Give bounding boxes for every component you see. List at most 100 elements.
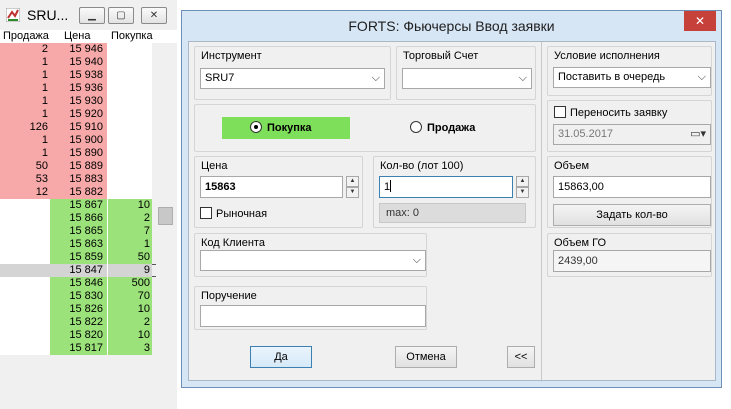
ask-row[interactable]: 53 15 883 bbox=[0, 173, 156, 186]
instruction-input[interactable] bbox=[200, 305, 426, 327]
buy-volume bbox=[107, 121, 152, 134]
price-level: 15 900 bbox=[50, 134, 107, 147]
ask-row[interactable]: 1 15 938 bbox=[0, 69, 156, 82]
close-icon[interactable]: ✕ bbox=[684, 11, 716, 31]
dialog-title: FORTS: Фьючерсы Ввод заявки bbox=[348, 18, 555, 34]
buy-volume: 7 bbox=[107, 225, 152, 238]
bid-row[interactable]: 15 865 7 bbox=[0, 225, 156, 238]
ask-row[interactable]: 1 15 940 bbox=[0, 56, 156, 69]
spin-down-icon[interactable]: ▼ bbox=[346, 187, 359, 198]
price-label: Цена bbox=[201, 160, 228, 172]
buy-volume bbox=[107, 160, 152, 173]
radio-selected-icon bbox=[250, 121, 262, 133]
orderbook-header: Продажа Цена Покупка bbox=[0, 30, 177, 43]
buy-volume bbox=[107, 147, 152, 160]
client-select[interactable]: ⌵ bbox=[200, 250, 426, 271]
transfer-group: Переносить заявку 31.05.2017 ▭▾ bbox=[547, 100, 712, 152]
price-input[interactable]: 15863 bbox=[200, 176, 343, 198]
cancel-button[interactable]: Отмена bbox=[395, 346, 457, 368]
sell-volume bbox=[0, 290, 50, 303]
price-level: 15 830 bbox=[50, 290, 107, 303]
bid-row[interactable]: 15 846 500 bbox=[0, 277, 156, 290]
bid-row[interactable]: 15 863 1 bbox=[0, 238, 156, 251]
buy-volume: 10 bbox=[107, 329, 152, 342]
account-select[interactable]: ⌵ bbox=[402, 68, 532, 89]
transfer-date-picker[interactable]: 31.05.2017 ▭▾ bbox=[553, 124, 711, 145]
client-label: Код Клиента bbox=[201, 237, 265, 249]
buy-radio[interactable]: Покупка bbox=[222, 117, 350, 139]
ask-row[interactable]: 126 15 910 bbox=[0, 121, 156, 134]
volume-input[interactable]: 15863,00 bbox=[553, 176, 711, 198]
chevron-down-icon: ⌵ bbox=[518, 72, 527, 84]
price-level: 15 866 bbox=[50, 212, 107, 225]
bid-row[interactable]: 15 830 70 bbox=[0, 290, 156, 303]
price-level: 15 826 bbox=[50, 303, 107, 316]
bid-row[interactable]: 15 822 2 bbox=[0, 316, 156, 329]
market-checkbox[interactable]: Рыночная bbox=[200, 207, 267, 220]
spin-up-icon[interactable]: ▲ bbox=[516, 176, 529, 187]
ask-row[interactable]: 1 15 900 bbox=[0, 134, 156, 147]
bid-row[interactable]: 15 820 10 bbox=[0, 329, 156, 342]
instrument-select[interactable]: SRU7 ⌵ bbox=[200, 68, 385, 89]
orderbook-title: SRU... bbox=[27, 7, 69, 23]
buy-volume bbox=[107, 95, 152, 108]
buy-volume bbox=[107, 134, 152, 147]
bid-row[interactable]: 15 867 10 bbox=[0, 199, 156, 212]
sell-volume: 1 bbox=[0, 134, 50, 147]
orderbook-rows: 2 15 946 1 15 940 1 15 938 1 15 936 1 15 930 1 15 9… bbox=[0, 43, 156, 355]
ask-row[interactable]: 1 15 920 bbox=[0, 108, 156, 121]
sell-volume bbox=[0, 225, 50, 238]
quantity-stepper[interactable]: ▲ ▼ bbox=[516, 176, 529, 198]
bid-row[interactable]: 15 817 3 bbox=[0, 342, 156, 355]
radio-unselected-icon bbox=[410, 121, 422, 133]
price-level: 15 930 bbox=[50, 95, 107, 108]
spin-up-icon[interactable]: ▲ bbox=[346, 176, 359, 187]
buy-volume: 10 bbox=[107, 199, 152, 212]
maximize-button[interactable]: ▢ bbox=[108, 7, 134, 24]
sell-volume: 1 bbox=[0, 147, 50, 160]
sell-volume bbox=[0, 316, 50, 329]
checkbox-icon bbox=[554, 106, 566, 118]
bid-row[interactable]: 15 859 50 bbox=[0, 251, 156, 264]
sell-volume: 53 bbox=[0, 173, 50, 186]
bid-row[interactable]: 15 866 2 bbox=[0, 212, 156, 225]
orderbook-titlebar[interactable]: SRU... ▁ ▢ ✕ bbox=[0, 0, 177, 30]
ask-row[interactable]: 12 15 882 bbox=[0, 186, 156, 199]
minimize-button[interactable]: ▁ bbox=[79, 7, 105, 24]
ask-row[interactable]: 1 15 936 bbox=[0, 82, 156, 95]
current-price-row[interactable]: 15 847 9 bbox=[0, 264, 156, 277]
bid-row[interactable]: 15 826 10 bbox=[0, 303, 156, 316]
sell-volume bbox=[0, 251, 50, 264]
price-level: 15 946 bbox=[50, 43, 107, 56]
set-quantity-button[interactable]: Задать кол-во bbox=[553, 204, 711, 226]
ask-row[interactable]: 1 15 890 bbox=[0, 147, 156, 160]
client-group: Код Клиента ⌵ bbox=[194, 233, 427, 277]
price-group: Цена 15863 ▲ ▼ Рыночная bbox=[194, 156, 363, 228]
ask-row[interactable]: 50 15 889 bbox=[0, 160, 156, 173]
sell-radio[interactable]: Продажа bbox=[410, 117, 510, 139]
sell-column-header: Продажа bbox=[3, 30, 49, 42]
buy-volume bbox=[107, 186, 152, 199]
condition-group: Условие исполнения Поставить в очередь ⌵ bbox=[547, 46, 712, 96]
price-stepper[interactable]: ▲ ▼ bbox=[346, 176, 359, 198]
price-level: 15 822 bbox=[50, 316, 107, 329]
chevron-down-icon: ⌵ bbox=[697, 71, 706, 83]
price-level: 15 865 bbox=[50, 225, 107, 238]
transfer-checkbox[interactable]: Переносить заявку bbox=[554, 106, 667, 119]
sell-volume: 50 bbox=[0, 160, 50, 173]
ask-row[interactable]: 1 15 930 bbox=[0, 95, 156, 108]
close-button[interactable]: ✕ bbox=[141, 7, 167, 24]
sell-volume: 1 bbox=[0, 69, 50, 82]
collapse-button[interactable]: << bbox=[507, 346, 535, 368]
ask-row[interactable]: 2 15 946 bbox=[0, 43, 156, 56]
spin-down-icon[interactable]: ▼ bbox=[516, 187, 529, 198]
price-column-header: Цена bbox=[64, 30, 91, 42]
price-level: 15 867 bbox=[50, 199, 107, 212]
condition-select[interactable]: Поставить в очередь ⌵ bbox=[553, 67, 711, 88]
orderbook-scrollbar[interactable] bbox=[156, 43, 177, 409]
ok-button[interactable]: Да bbox=[250, 346, 312, 368]
scrollbar-thumb[interactable] bbox=[158, 207, 173, 225]
price-level: 15 920 bbox=[50, 108, 107, 121]
account-group: Торговый Счет ⌵ bbox=[396, 46, 536, 100]
quantity-input[interactable]: 1 bbox=[379, 176, 513, 198]
